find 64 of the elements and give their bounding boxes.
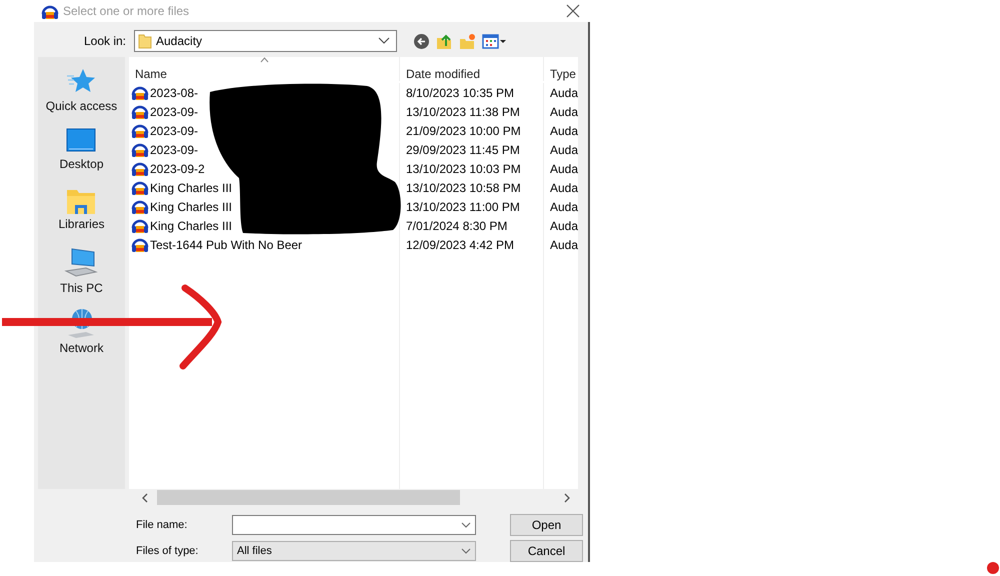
table-cell-text: Auda bbox=[548, 104, 578, 120]
headphones-icon bbox=[130, 198, 149, 215]
view-menu-icon[interactable] bbox=[482, 32, 506, 50]
column-header[interactable]: Name bbox=[128, 57, 400, 81]
sort-caret-icon bbox=[260, 57, 269, 63]
chevron-down-icon bbox=[461, 522, 471, 528]
file-name-cell[interactable]: 2023-08- bbox=[150, 86, 198, 100]
table-cell-text: Auda bbox=[548, 84, 578, 102]
table-cell: 8/10/2023 10:35 PM bbox=[400, 83, 544, 102]
table-cell-text: Auda bbox=[548, 198, 578, 216]
scroll-right-icon[interactable] bbox=[563, 492, 571, 502]
folder-icon bbox=[66, 187, 96, 215]
file-name-cell[interactable]: King Charles III bbox=[150, 200, 232, 214]
headphones-icon bbox=[130, 160, 149, 177]
file-name-cell[interactable]: 2023-09- bbox=[150, 142, 198, 156]
file-name-cell[interactable]: King Charles III bbox=[150, 218, 232, 232]
file-name-label: File name: bbox=[136, 519, 188, 531]
table-cell-text: Auda bbox=[548, 122, 578, 140]
sidebar-item[interactable]: Desktop bbox=[59, 127, 104, 187]
file-name-cell[interactable]: King Charles III bbox=[150, 180, 232, 194]
folder-up-icon[interactable] bbox=[436, 32, 453, 50]
table-cell: 12/09/2023 4:42 PM bbox=[400, 235, 544, 254]
table-cell: 13/10/2023 10:03 PM bbox=[400, 159, 544, 178]
file-type-dropdown[interactable]: All files bbox=[232, 541, 476, 561]
look-in-dropdown[interactable]: Audacity bbox=[134, 30, 397, 52]
table-cell: 13/10/2023 11:38 PM bbox=[400, 102, 544, 121]
headphones-icon bbox=[130, 84, 149, 101]
folder-icon bbox=[138, 33, 152, 49]
scroll-left-icon[interactable] bbox=[141, 492, 149, 502]
window-title: Select one or more files bbox=[63, 4, 190, 18]
look-in-label: Look in: bbox=[82, 34, 127, 48]
sidebar-item[interactable]: Quick access bbox=[46, 67, 118, 127]
table-cell-text: Auda bbox=[548, 180, 578, 196]
marker-dot bbox=[986, 561, 1000, 575]
file-type-label: Files of type: bbox=[136, 545, 200, 557]
file-name-cell[interactable]: 2023-09-2 bbox=[150, 162, 205, 176]
file-name-cell[interactable]: 2023-09- bbox=[150, 124, 198, 138]
column-header[interactable]: Type bbox=[544, 57, 578, 81]
file-name-field[interactable] bbox=[232, 515, 476, 535]
headphones-icon bbox=[130, 217, 149, 234]
file-name-cell[interactable]: Test-1644 Pub With No Beer bbox=[150, 238, 302, 252]
chevron-down-icon bbox=[461, 548, 471, 554]
headphones-icon bbox=[130, 236, 149, 253]
table-cell-text: Auda bbox=[548, 218, 578, 234]
headphones-icon bbox=[130, 103, 149, 120]
open-button[interactable]: Open bbox=[510, 514, 583, 536]
table-cell-text: Auda bbox=[548, 236, 578, 254]
headphones-icon bbox=[130, 179, 149, 196]
table-cell: 21/09/2023 10:00 PM bbox=[400, 121, 544, 140]
close-icon[interactable] bbox=[566, 4, 580, 18]
table-cell-text: Auda bbox=[548, 142, 578, 158]
file-name-cell[interactable]: 2023-09- bbox=[150, 104, 198, 118]
headphones-icon bbox=[130, 141, 149, 158]
headphones-icon bbox=[130, 122, 149, 139]
sidebar-item[interactable]: This PC bbox=[60, 247, 103, 307]
sidebar-item[interactable]: Network bbox=[59, 307, 104, 367]
sidebar-item[interactable]: Libraries bbox=[58, 187, 104, 247]
table-cell-text: Auda bbox=[548, 160, 578, 178]
chevron-down-icon bbox=[378, 37, 390, 45]
computer-icon bbox=[64, 247, 98, 279]
column-header[interactable]: Date modified bbox=[400, 57, 544, 81]
cancel-button[interactable]: Cancel bbox=[510, 540, 583, 562]
scrollbar-thumb[interactable] bbox=[157, 490, 460, 505]
table-cell: 29/09/2023 11:45 PM bbox=[400, 140, 544, 159]
